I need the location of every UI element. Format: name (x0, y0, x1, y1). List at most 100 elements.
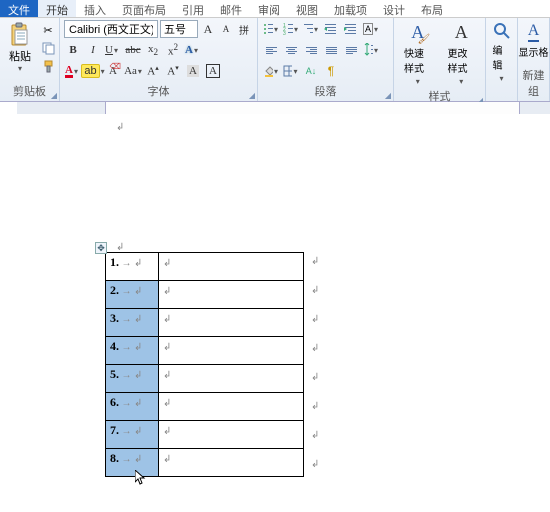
cell-number: 5. (110, 367, 119, 381)
underline-button[interactable]: U▾ (104, 41, 122, 59)
multilevel-button[interactable]: ▾ (302, 20, 320, 38)
ribbon: 粘贴 ▾ ✂ 剪贴板◢ A A 拼 B (0, 18, 550, 102)
group-custom-label: 新建组 (523, 70, 545, 98)
copy-button[interactable] (40, 40, 56, 56)
tab-file[interactable]: 文件 (0, 0, 38, 17)
bullets-button[interactable]: ▾ (262, 20, 280, 38)
paste-button[interactable]: 粘贴 ▾ (4, 20, 36, 75)
group-editing-label (486, 99, 517, 101)
subscript-button[interactable]: x2 (144, 41, 162, 59)
shrink-font-button[interactable]: A (218, 21, 234, 37)
font-launcher[interactable]: ◢ (249, 91, 255, 100)
align-right-button[interactable] (302, 41, 320, 59)
word-table[interactable]: ✥ 1. → ↲↲ 2. → ↲↲ 3. → ↲↲ 4. → ↲↲ 5. → ↲… (105, 252, 304, 477)
change-case-button[interactable]: Aa▾ (124, 62, 142, 80)
strikethrough-button[interactable]: abc (124, 41, 142, 59)
cell-number: 2. (110, 283, 119, 297)
align-center-button[interactable] (282, 41, 300, 59)
bold-button[interactable]: B (64, 41, 82, 59)
underline-icon: U (105, 44, 113, 56)
paragraph-launcher[interactable]: ◢ (385, 91, 391, 100)
font-color-icon: A (65, 65, 73, 78)
align-right-icon (306, 47, 317, 54)
strike-icon: abc (125, 44, 140, 56)
group-custom: A 显示格 新建组 (518, 18, 550, 101)
borders-button[interactable]: ▾ (282, 62, 300, 80)
cell-number: 8. (110, 451, 119, 465)
italic-icon: I (91, 44, 95, 56)
change-styles-icon: A (455, 22, 468, 43)
align-justify-button[interactable] (322, 41, 340, 59)
clear-formatting-button[interactable]: A⌫ (104, 62, 122, 80)
align-center-icon (286, 47, 297, 54)
cell-number: 4. (110, 339, 119, 353)
paragraph-mark: ↲ (116, 122, 124, 133)
tab-review[interactable]: 审阅 (250, 0, 288, 17)
paint-bucket-icon (263, 65, 273, 77)
tab-references[interactable]: 引用 (174, 0, 212, 17)
char-shading-icon: A (187, 65, 199, 77)
clipboard-launcher[interactable]: ◢ (51, 91, 57, 100)
change-case-icon: Aa (124, 65, 137, 77)
bullets-icon (263, 23, 273, 35)
group-paragraph-label: 段落 (315, 86, 337, 98)
change-styles-button[interactable]: A 更改样式 ▾ (442, 20, 482, 88)
tab-page-layout[interactable]: 页面布局 (114, 0, 174, 17)
sort-button[interactable]: A↓ (302, 62, 320, 80)
quick-styles-button[interactable]: A🖌 快速样式 ▾ (398, 20, 438, 88)
reveal-formatting-icon: A (528, 22, 540, 42)
asian-layout-button[interactable]: A▾ (362, 20, 380, 38)
paste-dropdown-icon[interactable]: ▾ (18, 64, 22, 73)
reveal-formatting-button[interactable]: A 显示格 (513, 20, 550, 61)
copy-icon (42, 42, 55, 55)
quick-styles-label: 快速样式 (404, 45, 432, 75)
bold-icon: B (69, 44, 76, 56)
char-border-icon: A (206, 64, 220, 78)
find-label: 编辑 (493, 42, 511, 72)
line-spacing-button[interactable]: ▾ (362, 41, 380, 59)
font-size-combo[interactable] (160, 20, 198, 38)
tab-insert[interactable]: 插入 (76, 0, 114, 17)
reveal-formatting-label: 显示格 (519, 44, 549, 59)
font-name-combo[interactable] (64, 20, 158, 38)
italic-button[interactable]: I (84, 41, 102, 59)
tab-addins[interactable]: 加载项 (326, 0, 375, 17)
text-effects-button[interactable]: A▾ (184, 41, 202, 59)
distributed-icon (346, 47, 357, 54)
subscript-icon: x2 (148, 43, 158, 57)
decrease-indent-button[interactable] (322, 20, 340, 38)
ribbon-tabs: 文件 开始 插入 页面布局 引用 邮件 审阅 视图 加载项 设计 布局 (0, 0, 550, 18)
table-move-handle[interactable]: ✥ (95, 242, 107, 254)
cut-button[interactable]: ✂ (40, 22, 56, 38)
borders-icon (283, 65, 292, 77)
numbering-button[interactable]: 123▾ (282, 20, 300, 38)
shrink-font-2-button[interactable]: A▾ (164, 62, 182, 80)
char-shading-button[interactable]: A (184, 62, 202, 80)
superscript-button[interactable]: x2 (164, 41, 182, 59)
scissors-icon: ✂ (43, 24, 52, 37)
shading-button[interactable]: ▾ (262, 62, 280, 80)
increase-indent-button[interactable] (342, 20, 360, 38)
format-painter-button[interactable] (40, 58, 56, 74)
grow-font-2-button[interactable]: A▴ (144, 62, 162, 80)
char-border-button[interactable]: A (204, 62, 222, 80)
tab-view[interactable]: 视图 (288, 0, 326, 17)
paste-icon (8, 22, 32, 48)
tab-layout[interactable]: 布局 (413, 0, 451, 17)
tab-home[interactable]: 开始 (38, 0, 76, 17)
outdent-icon (324, 23, 338, 35)
show-marks-button[interactable]: ¶ (322, 62, 340, 80)
tab-design[interactable]: 设计 (375, 0, 413, 17)
grow-font-button[interactable]: A (200, 21, 216, 37)
pinyin-guide-button[interactable]: 拼 (236, 21, 252, 37)
align-left-button[interactable] (262, 41, 280, 59)
horizontal-ruler[interactable] (17, 102, 550, 114)
highlight-button[interactable]: ab▾ (84, 62, 102, 80)
group-font: A A 拼 B I U▾ abc x2 x2 A▾ A▾ ab▾ A⌫ (60, 18, 258, 101)
multilevel-icon (303, 23, 313, 35)
cell-number: 6. (110, 395, 119, 409)
distributed-button[interactable] (342, 41, 360, 59)
font-color-button[interactable]: A▾ (64, 62, 82, 80)
tab-mailings[interactable]: 邮件 (212, 0, 250, 17)
indent-icon (344, 23, 358, 35)
